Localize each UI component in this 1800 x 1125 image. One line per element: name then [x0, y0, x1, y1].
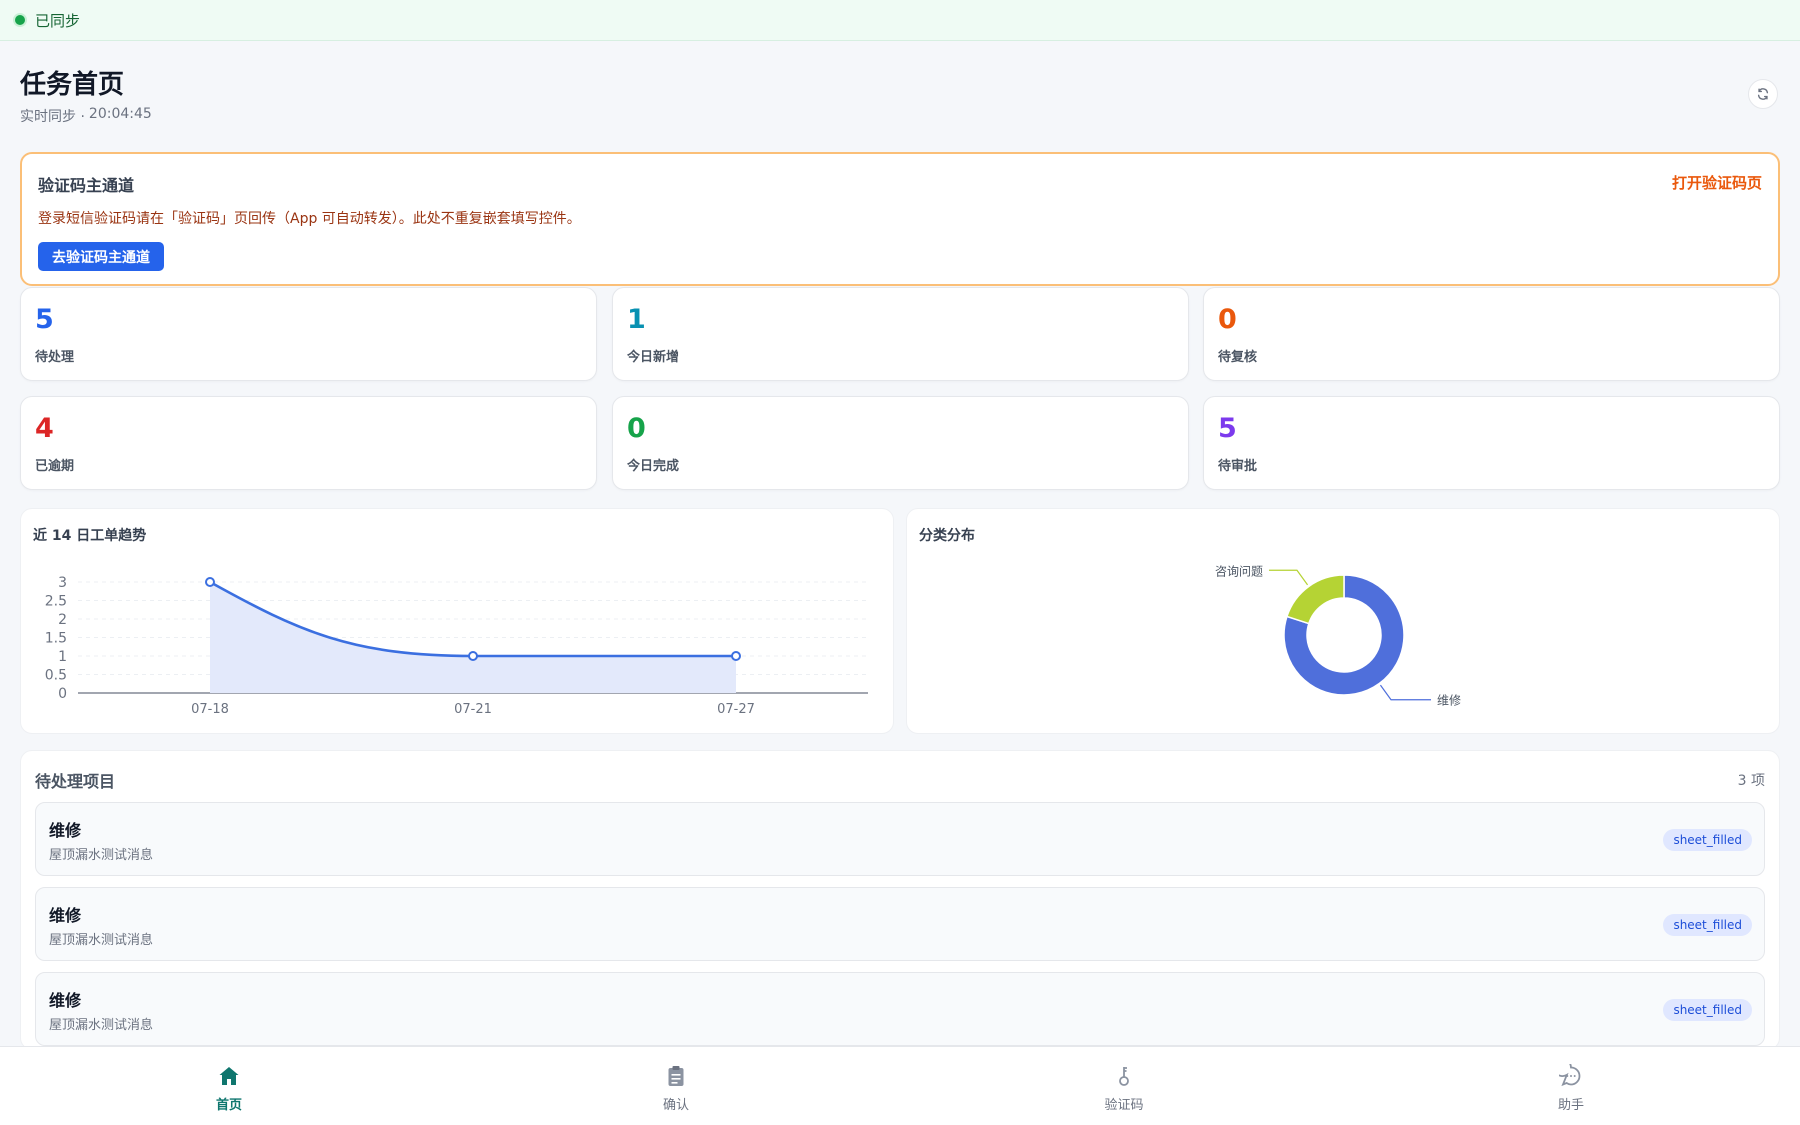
stat-card-approval[interactable]: 5 待审批 [1203, 396, 1780, 490]
refresh-icon [1757, 88, 1769, 100]
y-tick-label: 2 [58, 612, 67, 628]
sync-label: 实时同步 · [20, 109, 85, 125]
trend-line-chart: 0 0.5 1 1.5 2 2.5 3 07-18 07-21 07-27 [45, 575, 868, 717]
y-tick-label: 2.5 [45, 594, 67, 610]
list-item[interactable]: 维修 屋顶漏水测试消息 sheet_filled [35, 972, 1765, 1046]
data-point [468, 651, 478, 661]
pie-leader-line [1379, 684, 1432, 701]
task-subtitle: 屋顶漏水测试消息 [49, 933, 154, 948]
y-tick-label: 1 [58, 649, 67, 665]
stat-card-pending[interactable]: 5 待处理 [20, 287, 597, 381]
trend-chart-card: 近 14 日工单趋势 0 0.5 1 1.5 2 2.5 3 07-18 07-21 07-27 [20, 508, 894, 734]
x-tick-label: 07-18 [191, 702, 229, 717]
stat-value: 0 [1218, 304, 1237, 335]
open-otp-page-link[interactable]: 打开验证码页 [1672, 172, 1762, 193]
status-badge: sheet_filled [1663, 914, 1752, 936]
stat-label: 今日新增 [627, 350, 680, 365]
page-title: 任务首页 [20, 70, 125, 100]
status-badge: sheet_filled [1663, 999, 1752, 1021]
stat-label: 已逾期 [35, 459, 75, 474]
stat-value: 5 [1218, 413, 1237, 444]
list-item[interactable]: 维修 屋顶漏水测试消息 sheet_filled [35, 887, 1765, 961]
data-point [731, 651, 741, 661]
list-item[interactable]: 维修 屋顶漏水测试消息 sheet_filled [35, 802, 1765, 876]
task-subtitle: 屋顶漏水测试消息 [49, 848, 154, 863]
nav-label: 首页 [215, 1098, 242, 1113]
y-tick-label: 3 [58, 575, 67, 591]
nav-item-verification[interactable]: 验证码 [1064, 1063, 1184, 1113]
stat-label: 待审批 [1218, 459, 1258, 474]
stat-card-completed-today[interactable]: 0 今日完成 [612, 396, 1189, 490]
y-tick-label: 1.5 [45, 631, 67, 647]
stat-value: 0 [627, 413, 646, 444]
pie-slice [1285, 574, 1345, 625]
nav-label: 验证码 [1104, 1098, 1144, 1113]
y-tick-label: 0 [58, 686, 67, 702]
bottom-navigation: 首页 确认 验证码 助手 [0, 1046, 1800, 1125]
nav-item-home[interactable]: 首页 [169, 1063, 289, 1113]
clipboard-icon [663, 1063, 689, 1089]
otp-channel-card: 验证码主通道 打开验证码页 登录短信验证码请在「验证码」页回传（App 可自动转… [20, 152, 1780, 286]
otp-card-description: 登录短信验证码请在「验证码」页回传（App 可自动转发）。此处不重复嵌套填写控件… [38, 211, 581, 227]
nav-label: 确认 [662, 1098, 689, 1113]
stat-value: 4 [35, 413, 54, 444]
sync-status-bar: 已同步 [0, 0, 1800, 41]
y-tick-label: 0.5 [45, 668, 67, 684]
data-point [205, 577, 215, 587]
x-tick-label: 07-21 [454, 702, 492, 717]
stat-card-new-today[interactable]: 1 今日新增 [612, 287, 1189, 381]
stat-card-overdue[interactable]: 4 已逾期 [20, 396, 597, 490]
status-badge: sheet_filled [1663, 829, 1752, 851]
task-title: 维修 [49, 821, 82, 840]
otp-card-title: 验证码主通道 [38, 176, 135, 195]
x-tick-label: 07-27 [717, 702, 755, 717]
category-donut-chart: 维修 咨询问题 [1215, 563, 1461, 708]
refresh-button[interactable] [1748, 79, 1778, 109]
stat-label: 今日完成 [627, 459, 680, 474]
go-otp-channel-button[interactable]: 去验证码主通道 [38, 242, 164, 271]
pie-leader-line [1268, 569, 1309, 586]
key-icon [1111, 1063, 1137, 1089]
nav-label: 助手 [1557, 1098, 1584, 1113]
stat-label: 待处理 [35, 350, 75, 365]
task-title: 维修 [49, 991, 82, 1010]
home-icon [216, 1063, 242, 1089]
category-chart-card: 分类分布 维修 咨询问题 [906, 508, 1780, 734]
sync-subtitle: 实时同步 · 20:04:45 [20, 106, 152, 126]
stat-card-review[interactable]: 0 待复核 [1203, 287, 1780, 381]
pending-items-card: 待处理项目 3 项 维修 屋顶漏水测试消息 sheet_filled 维修 屋顶… [20, 750, 1780, 1050]
sync-time: 20:04:45 [88, 106, 152, 122]
task-subtitle: 屋顶漏水测试消息 [49, 1018, 154, 1033]
nav-item-confirm[interactable]: 确认 [616, 1063, 736, 1113]
nav-item-assistant[interactable]: 助手 [1511, 1063, 1631, 1113]
task-title: 维修 [49, 906, 82, 925]
stat-label: 待复核 [1218, 350, 1258, 365]
sync-status-text: 已同步 [35, 11, 81, 30]
stat-value: 5 [35, 304, 54, 335]
pending-title: 待处理项目 [35, 772, 116, 791]
pie-label: 维修 [1437, 693, 1461, 708]
stat-value: 1 [627, 304, 646, 335]
pending-count: 3 项 [1737, 773, 1765, 789]
chat-icon [1558, 1063, 1584, 1089]
sync-status-dot [15, 15, 25, 25]
pie-label: 咨询问题 [1215, 563, 1263, 578]
